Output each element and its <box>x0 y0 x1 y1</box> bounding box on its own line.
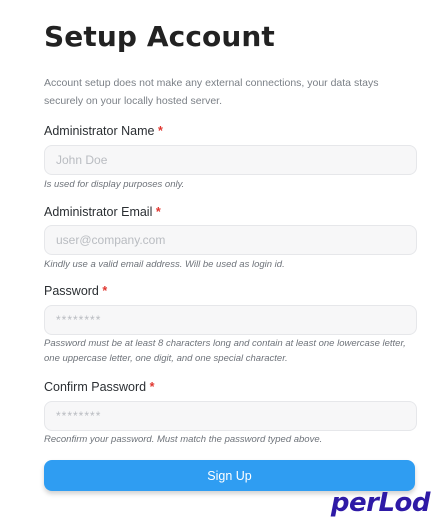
intro-text: Account setup does not make any external… <box>44 77 379 107</box>
required-mark: * <box>155 205 161 219</box>
email-label: Administrator Email * <box>44 205 161 219</box>
name-label-text: Administrator Name <box>44 124 155 138</box>
required-mark: * <box>157 124 163 138</box>
password-label-text: Password <box>44 284 99 298</box>
sign-up-button[interactable]: Sign Up <box>44 460 415 491</box>
password-input[interactable] <box>44 305 417 335</box>
name-hint: Is used for display purposes only. <box>44 179 185 190</box>
confirm-password-label-text: Confirm Password <box>44 380 147 394</box>
password-hint: Password must be at least 8 characters l… <box>44 338 406 364</box>
password-label: Password * <box>44 284 107 298</box>
page-title: Setup Account <box>44 20 275 53</box>
administrator-name-input[interactable] <box>44 145 417 175</box>
email-hint: Kindly use a valid email address. Will b… <box>44 259 285 270</box>
required-mark: * <box>102 284 108 298</box>
email-label-text: Administrator Email <box>44 205 153 219</box>
name-label: Administrator Name * <box>44 124 163 138</box>
perlod-logo: perLod <box>330 488 431 518</box>
required-mark: * <box>149 380 155 394</box>
administrator-email-input[interactable] <box>44 225 417 255</box>
confirm-password-input[interactable] <box>44 401 417 431</box>
confirm-password-label: Confirm Password * <box>44 380 154 394</box>
confirm-password-hint: Reconfirm your password. Must match the … <box>44 434 323 445</box>
